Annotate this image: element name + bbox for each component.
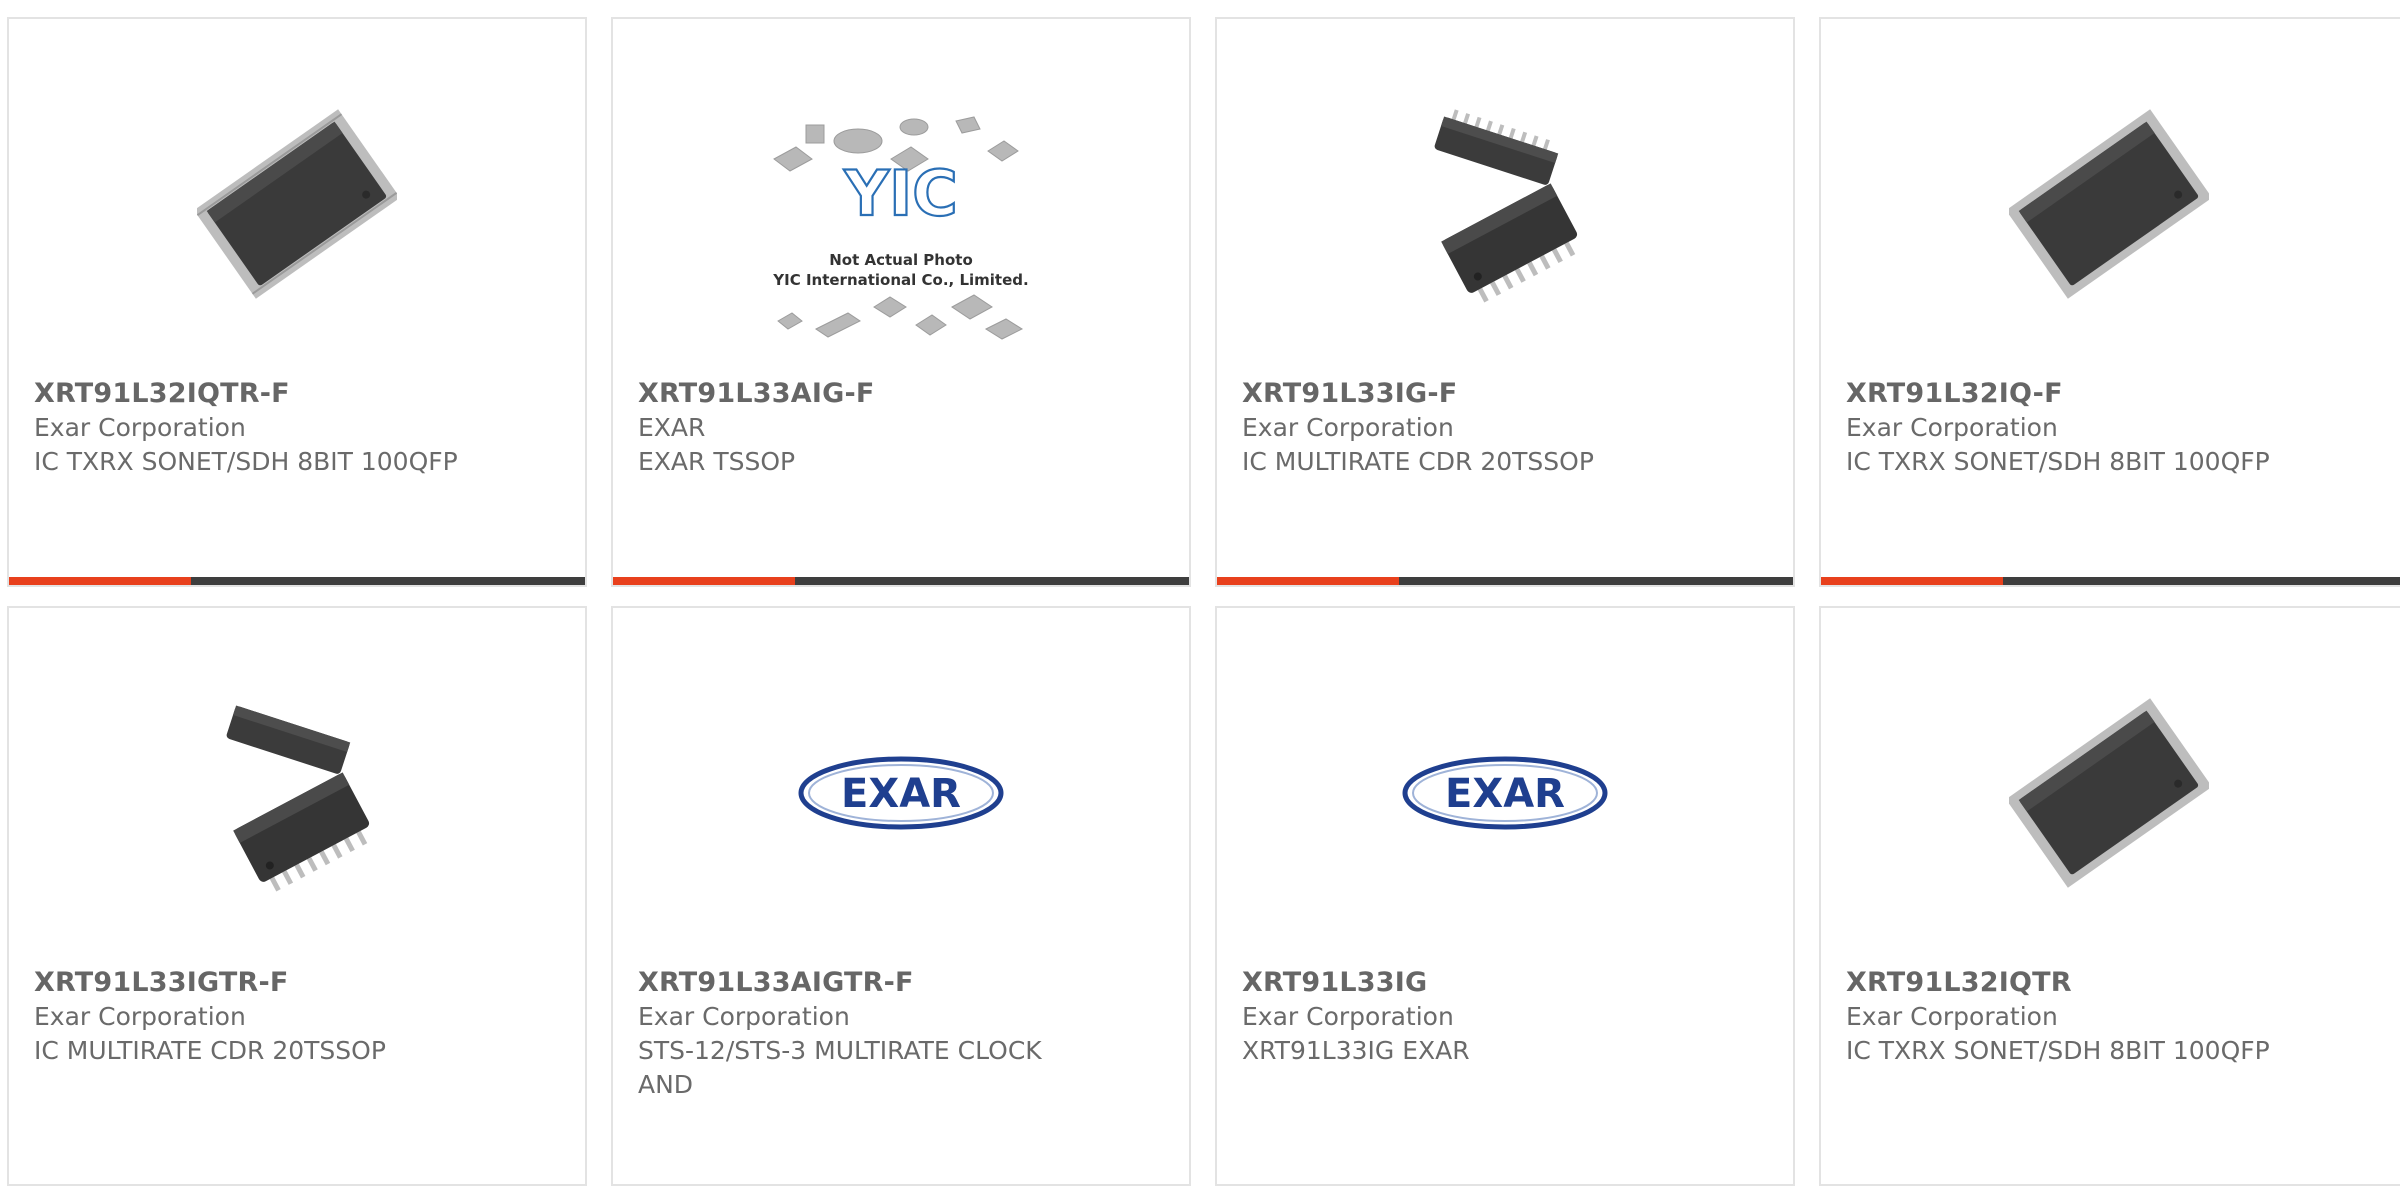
product-info: XRT91L32IQTR Exar Corporation IC TXRX SO… — [1846, 966, 2392, 1068]
product-image[interactable] — [9, 678, 585, 908]
product-image[interactable]: EXAR — [613, 678, 1189, 908]
manufacturer: Exar Corporation — [1242, 1002, 1454, 1031]
product-info: XRT91L32IQ-F Exar Corporation IC TXRX SO… — [1846, 377, 2392, 479]
description: IC MULTIRATE CDR 20TSSOP — [1242, 447, 1594, 476]
description: XRT91L33IG EXAR — [1242, 1036, 1470, 1065]
product-info: XRT91L33AIG-F EXAR EXAR TSSOP — [638, 377, 1164, 479]
qfp-chip-icon — [2009, 698, 2209, 888]
description: IC TXRX SONET/SDH 8BIT 100QFP — [1846, 447, 2270, 476]
tssop-chip-icon — [1434, 109, 1578, 303]
card-bottom-bar — [613, 577, 1189, 585]
product-card[interactable]: XRT91L33IGTR-F Exar Corporation IC MULTI… — [7, 606, 587, 1186]
product-image[interactable]: EXAR — [1217, 678, 1793, 908]
product-info: XRT91L33IG Exar Corporation XRT91L33IG E… — [1242, 966, 1768, 1068]
manufacturer: Exar Corporation — [1242, 413, 1454, 442]
card-accent — [613, 577, 795, 585]
manufacturer: Exar Corporation — [638, 1002, 850, 1031]
tssop-chip-icon — [226, 705, 370, 892]
card-accent — [9, 577, 191, 585]
product-grid: XRT91L32IQTR-F Exar Corporation IC TXRX … — [0, 0, 2400, 1186]
qfp-chip-icon — [197, 109, 397, 299]
part-number[interactable]: XRT91L33AIGTR-F — [638, 966, 1164, 1000]
card-bottom-bar — [1217, 577, 1793, 585]
part-number[interactable]: XRT91L32IQ-F — [1846, 377, 2392, 411]
yic-not-actual-photo: YIC Not Actual Photo YIC International C… — [772, 115, 1029, 340]
product-info: XRT91L32IQTR-F Exar Corporation IC TXRX … — [34, 377, 560, 479]
svg-text:EXAR: EXAR — [1445, 771, 1565, 817]
part-number[interactable]: XRT91L33IG-F — [1242, 377, 1768, 411]
svg-text:EXAR: EXAR — [841, 771, 961, 817]
product-card[interactable]: XRT91L33IG-F Exar Corporation IC MULTIRA… — [1215, 17, 1795, 587]
product-image[interactable] — [9, 89, 585, 319]
part-number[interactable]: XRT91L33IGTR-F — [34, 966, 560, 1000]
description: IC TXRX SONET/SDH 8BIT 100QFP — [1846, 1036, 2270, 1065]
description: STS-12/STS-3 MULTIRATE CLOCK AND — [638, 1036, 1042, 1099]
manufacturer: Exar Corporation — [34, 413, 246, 442]
part-number[interactable]: XRT91L32IQTR-F — [34, 377, 560, 411]
exar-logo: EXAR — [1402, 756, 1608, 830]
description: IC MULTIRATE CDR 20TSSOP — [34, 1036, 386, 1065]
card-accent — [1821, 577, 2003, 585]
product-image[interactable] — [1821, 678, 2397, 908]
product-info: XRT91L33IG-F Exar Corporation IC MULTIRA… — [1242, 377, 1768, 479]
part-number[interactable]: XRT91L33AIG-F — [638, 377, 1164, 411]
product-image[interactable]: YIC Not Actual Photo YIC International C… — [613, 104, 1189, 369]
product-card[interactable]: XRT91L32IQ-F Exar Corporation IC TXRX SO… — [1819, 17, 2400, 587]
product-card[interactable]: EXAR XRT91L33AIGTR-F Exar Corporation ST… — [611, 606, 1191, 1186]
product-card[interactable]: XRT91L32IQTR Exar Corporation IC TXRX SO… — [1819, 606, 2400, 1186]
description: IC TXRX SONET/SDH 8BIT 100QFP — [34, 447, 458, 476]
card-bottom-bar — [1821, 577, 2400, 585]
product-info: XRT91L33AIGTR-F Exar Corporation STS-12/… — [638, 966, 1164, 1102]
manufacturer: EXAR — [638, 413, 706, 442]
product-card[interactable]: EXAR XRT91L33IG Exar Corporation XRT91L3… — [1215, 606, 1795, 1186]
image-caption-2: YIC International Co., Limited. — [772, 271, 1028, 289]
manufacturer: Exar Corporation — [1846, 1002, 2058, 1031]
part-number[interactable]: XRT91L33IG — [1242, 966, 1768, 1000]
part-number[interactable]: XRT91L32IQTR — [1846, 966, 2392, 1000]
product-image[interactable] — [1821, 89, 2397, 319]
product-info: XRT91L33IGTR-F Exar Corporation IC MULTI… — [34, 966, 560, 1068]
qfp-chip-icon — [2009, 109, 2209, 299]
image-caption-1: Not Actual Photo — [829, 251, 973, 269]
manufacturer: Exar Corporation — [1846, 413, 2058, 442]
manufacturer: Exar Corporation — [34, 1002, 246, 1031]
yic-logo: YIC — [843, 157, 957, 230]
description: EXAR TSSOP — [638, 447, 796, 476]
product-card[interactable]: YIC Not Actual Photo YIC International C… — [611, 17, 1191, 587]
product-image[interactable] — [1217, 89, 1793, 319]
product-card[interactable]: XRT91L32IQTR-F Exar Corporation IC TXRX … — [7, 17, 587, 587]
exar-logo: EXAR — [798, 756, 1004, 830]
card-accent — [1217, 577, 1399, 585]
card-bottom-bar — [9, 577, 585, 585]
